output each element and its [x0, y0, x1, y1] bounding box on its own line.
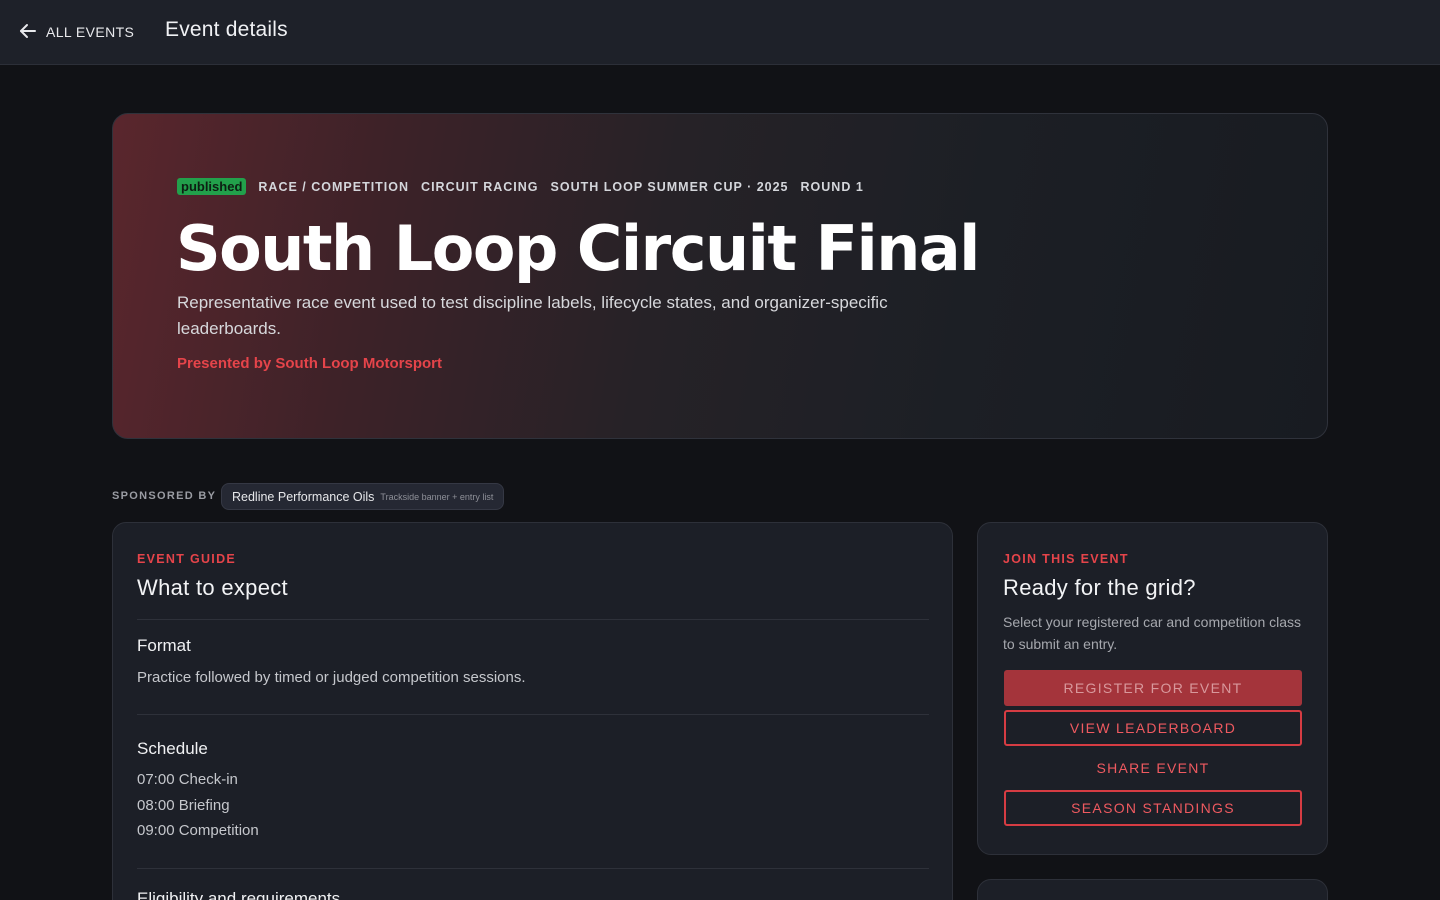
event-presenter: Presented by South Loop Motorsport: [177, 355, 442, 372]
join-eyebrow: JOIN THIS EVENT: [1003, 552, 1129, 566]
sponsor-chip[interactable]: Redline Performance Oils Trackside banne…: [221, 483, 505, 510]
format-title: Format: [137, 636, 191, 655]
event-meta-row: published RACE / COMPETITION CIRCUIT RAC…: [177, 178, 864, 195]
divider: [137, 868, 929, 869]
join-heading: Ready for the grid?: [1003, 575, 1196, 600]
top-bar: ALL EVENTS Event details: [0, 0, 1440, 65]
tag-discipline: CIRCUIT RACING: [421, 179, 539, 194]
sponsored-by-label: SPONSORED BY: [112, 490, 217, 502]
guide-heading: What to expect: [137, 575, 288, 600]
tag-series: SOUTH LOOP SUMMER CUP · 2025: [550, 179, 789, 194]
tag-round: ROUND 1: [800, 179, 864, 194]
season-standings-button[interactable]: SEASON STANDINGS: [1004, 790, 1302, 826]
view-leaderboard-button[interactable]: VIEW LEADERBOARD: [1004, 710, 1302, 746]
divider: [137, 714, 929, 715]
register-button[interactable]: REGISTER FOR EVENT: [1004, 670, 1302, 706]
back-link-label: ALL EVENTS: [46, 24, 135, 40]
back-to-all-events-link[interactable]: ALL EVENTS: [18, 20, 134, 44]
format-text: Practice followed by timed or judged com…: [137, 669, 526, 686]
eligibility-title: Eligibility and requirements: [137, 889, 341, 900]
join-event-card: JOIN THIS EVENT Ready for the grid? Sele…: [977, 522, 1328, 855]
tag-category: RACE / COMPETITION: [258, 179, 410, 194]
guide-eyebrow: EVENT GUIDE: [137, 552, 237, 566]
share-event-button[interactable]: SHARE EVENT: [1004, 750, 1302, 786]
sponsor-note: Trackside banner + entry list: [380, 491, 494, 502]
event-guide-card: EVENT GUIDE What to expect Format Practi…: [112, 522, 953, 900]
status-badge: published: [177, 178, 247, 195]
schedule-item: 08:00 Briefing: [137, 796, 230, 814]
schedule-item: 09:00 Competition: [137, 822, 259, 839]
page-title: Event details: [165, 18, 288, 41]
event-hero: published RACE / COMPETITION CIRCUIT RAC…: [112, 113, 1328, 439]
schedule-title: Schedule: [137, 739, 208, 758]
sponsor-name: Redline Performance Oils: [232, 489, 375, 504]
event-description: Representative race event used to test d…: [177, 293, 888, 338]
event-title: South Loop Circuit Final: [176, 212, 980, 285]
arrow-left-icon: [18, 21, 38, 44]
secondary-card: [977, 879, 1328, 900]
schedule-item: 07:00 Check-in: [137, 771, 238, 788]
divider: [137, 619, 929, 620]
join-description: Select your registered car and competiti…: [1003, 614, 1302, 652]
